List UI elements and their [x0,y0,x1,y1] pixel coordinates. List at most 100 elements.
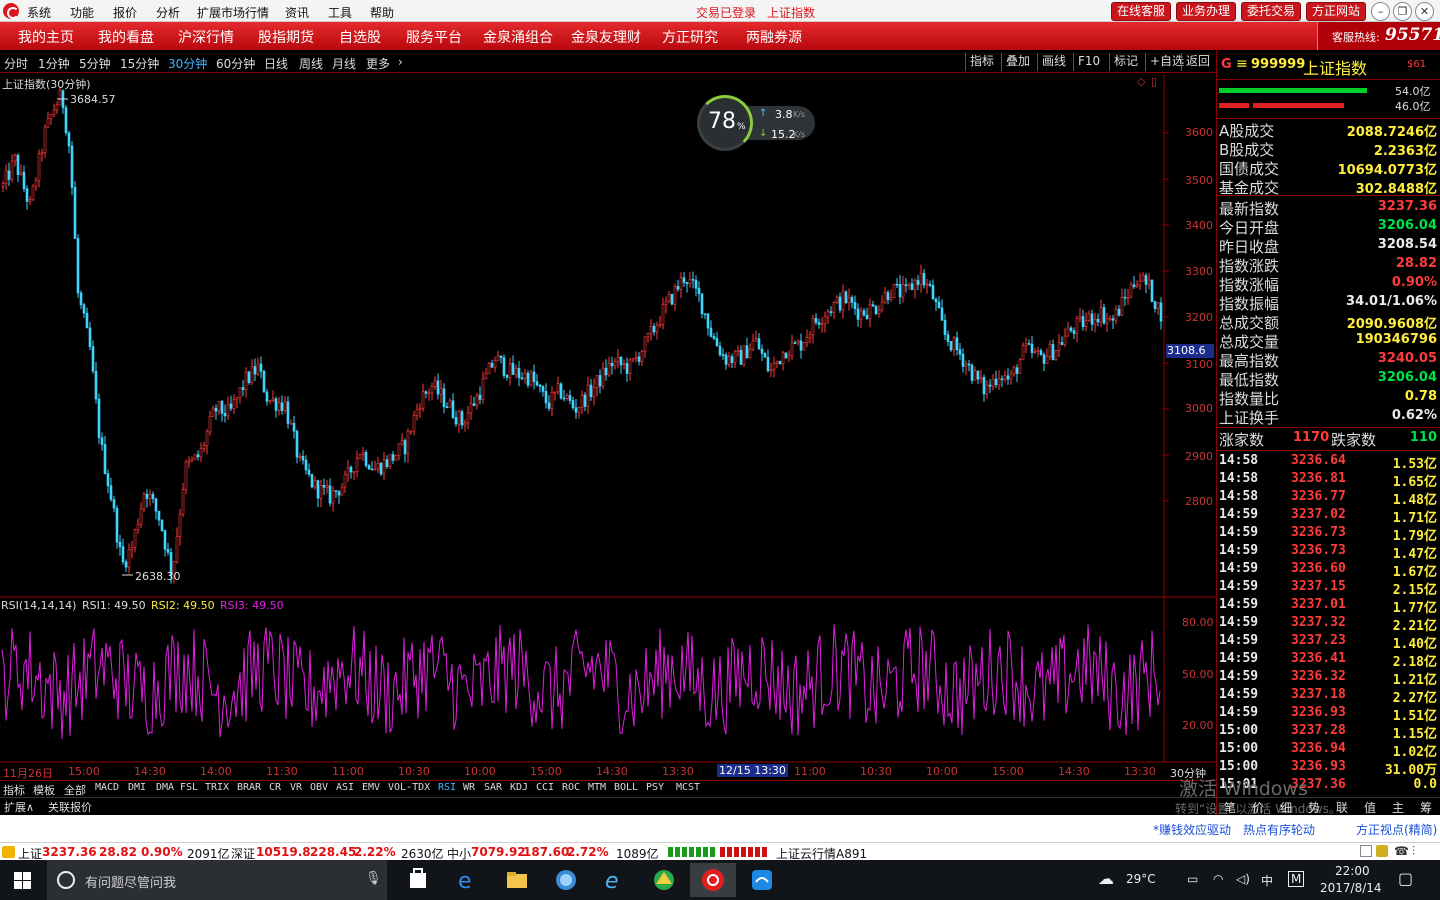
ime-mode-icon[interactable]: M [1288,871,1305,887]
period-more[interactable]: 更多 [366,55,390,72]
kline-chart[interactable] [0,74,1216,779]
menu-quote[interactable]: 报价 [113,4,137,21]
panel-tab[interactable]: 价 [1252,799,1264,816]
indicator-tab[interactable]: DMA [156,782,174,793]
indicator-tab[interactable]: WR [463,782,475,793]
entrust-trade-button[interactable]: 委托交易 [1241,2,1302,21]
store-icon[interactable] [400,866,436,894]
close-icon[interactable]: ✕ [1415,2,1434,21]
tool-overlay[interactable]: 叠加 [1001,53,1034,71]
tray-chart-icon[interactable]: ⫶ [1412,844,1415,859]
nav-portfolio[interactable]: 金泉涌组合 [483,27,553,47]
menu-function[interactable]: 功能 [70,4,94,21]
indicator-tab[interactable]: VOL-TDX [388,782,430,793]
trade-row[interactable]: 14:59 3236.41 2.18亿 [1217,649,1440,670]
indicator-tab[interactable]: OBV [310,782,328,793]
indicator-tab[interactable]: DMI [128,782,146,793]
news-link[interactable]: *赚钱效应驱动 [1153,821,1231,838]
news-link[interactable]: 热点有序轮动 [1243,821,1315,838]
panel-tab[interactable]: 细 [1280,799,1292,816]
clock-date[interactable]: 2017/8/14 [1320,881,1382,895]
diamond-icon[interactable]: ◇ [1137,75,1145,88]
browser-globe-icon[interactable] [548,866,584,894]
trade-row[interactable]: 15:00 3236.94 1.02亿 [1217,739,1440,760]
period-month[interactable]: 月线 [332,55,356,72]
nav-futures[interactable]: 股指期货 [258,27,314,47]
battery-icon[interactable]: ▭ [1187,872,1198,886]
trade-row[interactable]: 14:58 3236.64 1.53亿 [1217,451,1440,472]
tool-draw[interactable]: 画线 [1037,53,1070,71]
nav-my-board[interactable]: 我的看盘 [98,27,154,47]
trade-row[interactable]: 14:59 3237.32 2.21亿 [1217,613,1440,634]
microphone-icon[interactable]: 🎙 [365,871,382,886]
period-60min[interactable]: 60分钟 [216,55,255,72]
menu-help[interactable]: 帮助 [370,4,394,21]
tool-indicator[interactable]: 指标 [965,53,998,71]
weather-temp[interactable]: 29°C [1126,872,1156,886]
indicator-tab[interactable]: EMV [362,782,380,793]
indicator-tab[interactable]: KDJ [510,782,528,793]
kline-chart-area[interactable]: 上证指数(30分钟) ◇ ▯ 3684.57 2638.30 3108.6 36… [0,74,1216,780]
trade-row[interactable]: 14:59 3237.01 1.77亿 [1217,595,1440,616]
trade-row[interactable]: 14:59 3237.02 1.71亿 [1217,505,1440,526]
notifications-icon[interactable]: ▢ [1398,869,1413,888]
indicator-tab[interactable]: MACD [95,782,119,793]
nav-watchlist[interactable]: 自选股 [339,27,381,47]
panel-tab[interactable]: 主 [1392,799,1404,816]
trading-app-task-icon[interactable] [690,863,736,897]
period-15min[interactable]: 15分钟 [120,55,159,72]
nav-research[interactable]: 方正研究 [662,27,718,47]
indicator-tab[interactable]: MTM [588,782,606,793]
indicator-tab[interactable]: 指标 [3,782,25,798]
trade-row[interactable]: 14:58 3236.81 1.65亿 [1217,469,1440,490]
indicator-tab[interactable]: MCST [676,782,700,793]
period-week[interactable]: 周线 [299,55,323,72]
panel-tab[interactable]: 联 [1336,799,1348,816]
panel-tab[interactable]: 值 [1364,799,1376,816]
chevron-right-icon[interactable]: › [398,55,403,69]
indicator-tab[interactable]: TRIX [205,782,229,793]
website-button[interactable]: 方正网站 [1306,2,1367,21]
menu-system[interactable]: 系统 [27,4,51,21]
clock-time[interactable]: 22:00 [1335,864,1370,878]
tool-mark[interactable]: 标记 [1109,53,1142,71]
news-link[interactable]: 方正视点(精简) [1356,821,1437,838]
business-button[interactable]: 业务办理 [1176,2,1237,21]
trade-row[interactable]: 14:59 3237.15 2.15亿 [1217,577,1440,598]
menu-tools[interactable]: 工具 [328,4,352,21]
indicator-tab[interactable]: CCI [536,782,554,793]
period-tick[interactable]: 分时 [4,55,28,72]
volume-icon[interactable]: ◁) [1236,872,1250,886]
indicator-tab[interactable]: VR [290,782,302,793]
indicator-tab[interactable]: PSY [646,782,664,793]
panel-tab[interactable]: 势 [1308,799,1320,816]
tool-back[interactable]: 返回 [1181,53,1214,71]
trade-row[interactable]: 15:00 3237.28 1.15亿 [1217,721,1440,742]
trade-row[interactable]: 14:59 3237.23 1.40亿 [1217,631,1440,652]
trade-row[interactable]: 14:59 3236.73 1.79亿 [1217,523,1440,544]
indicator-tab[interactable]: SAR [484,782,502,793]
restore-icon[interactable]: ❐ [1393,2,1412,21]
menu-analysis[interactable]: 分析 [156,4,180,21]
indicator-tab[interactable]: 全部 [64,782,86,798]
panel-tab[interactable]: 笔 [1224,799,1236,816]
trade-row[interactable]: 14:59 3236.60 1.67亿 [1217,559,1440,580]
trade-row[interactable]: 15:00 3236.93 31.00万 [1217,757,1440,778]
indicator-tab[interactable]: ASI [336,782,354,793]
menu-ext-market[interactable]: 扩展市场行情 [197,4,269,21]
panel-tab[interactable]: 筹 [1420,799,1432,816]
indicator-tab[interactable]: ROC [562,782,580,793]
period-day[interactable]: 日线 [264,55,288,72]
nav-finance[interactable]: 金泉友理财 [571,27,641,47]
related-quotes-tab[interactable]: 关联报价 [48,799,92,815]
trade-row[interactable]: 14:59 3237.18 2.27亿 [1217,685,1440,706]
tray-box-icon[interactable] [1360,845,1372,857]
menu-lines-icon[interactable]: ≡ [1236,56,1248,72]
ticker-icon[interactable] [2,846,15,858]
ime-indicator[interactable]: 中 [1261,872,1273,889]
tray-coin-icon[interactable] [1376,845,1388,857]
tray-phone-icon[interactable]: ☎ [1394,844,1409,858]
ie-browser-icon[interactable]: e [597,866,633,894]
nav-margin[interactable]: 两融券源 [746,27,802,47]
cortana-search[interactable]: 有问题尽管问我 🎙 [47,860,387,900]
